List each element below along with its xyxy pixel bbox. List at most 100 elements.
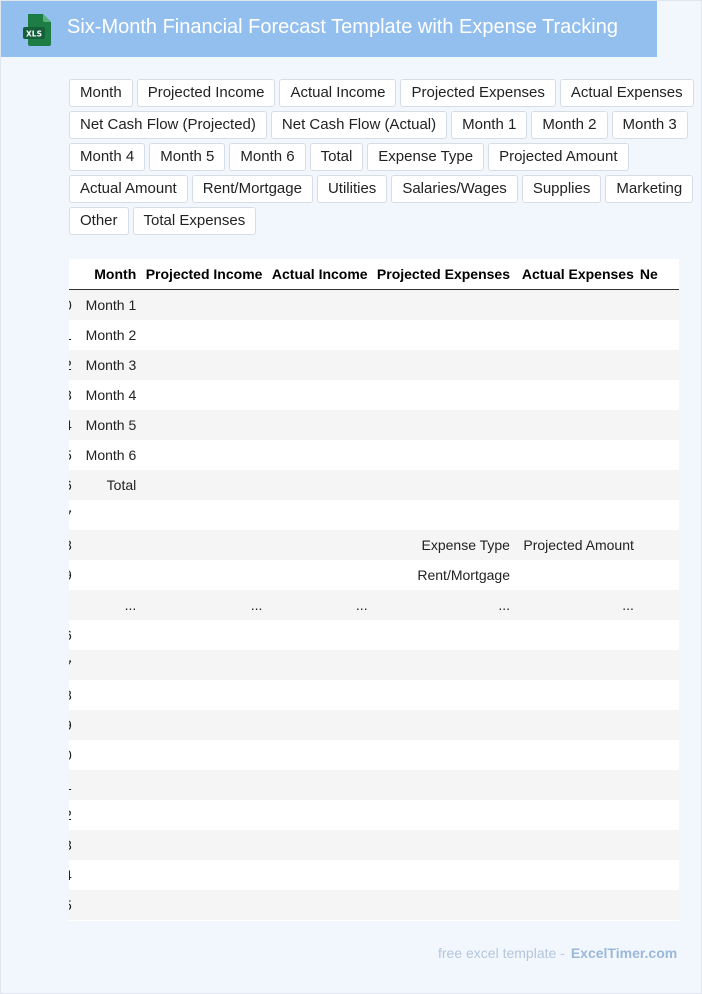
column-tag[interactable]: Actual Income: [279, 79, 397, 107]
table-row: 0 Month 1: [69, 289, 679, 320]
column-tag[interactable]: Month 5: [149, 143, 226, 171]
column-tag[interactable]: Month 6: [229, 143, 306, 171]
table-cell: [142, 890, 269, 920]
column-tag[interactable]: Actual Expenses: [559, 79, 694, 107]
table-cell: Month 6: [77, 440, 143, 470]
row-index-label: 2: [69, 357, 72, 373]
table-cell: [639, 680, 679, 710]
column-tag[interactable]: Projected Amount: [488, 143, 629, 171]
table-cell: [515, 500, 640, 530]
table-cell: [142, 320, 269, 350]
row-index: 6: [69, 470, 78, 500]
table-cell: ...: [268, 590, 374, 620]
table-cell: [77, 530, 143, 560]
column-tag[interactable]: Month 4: [69, 143, 146, 171]
table-cell: Month 5: [77, 410, 143, 440]
table-cell: [515, 320, 640, 350]
column-tag[interactable]: Other: [69, 207, 129, 235]
table-cell: [268, 410, 374, 440]
table-row: 1 Month 2: [69, 320, 679, 350]
row-index: 7: [69, 650, 78, 680]
column-tag[interactable]: Net Cash Flow (Projected): [69, 111, 267, 139]
row-index-label: 3: [69, 837, 72, 853]
table-cell: [77, 710, 143, 740]
row-index-label: 2: [69, 807, 72, 823]
column-tag[interactable]: Supplies: [521, 175, 602, 203]
table-cell: Month 4: [77, 380, 143, 410]
table-cell: Month 1: [77, 289, 143, 320]
table-cell: [639, 650, 679, 680]
row-index: 1: [69, 770, 78, 800]
table-cell: [142, 650, 269, 680]
column-tag[interactable]: Rent/Mortgage: [191, 175, 313, 203]
table-cell: [268, 890, 374, 920]
table-cell: [639, 800, 679, 830]
table-cell: [77, 800, 143, 830]
title-bar: XLS Six-Month Financial Forecast Templat…: [1, 1, 657, 57]
table-cell: [142, 830, 269, 860]
column-tag[interactable]: Actual Amount: [69, 175, 188, 203]
row-index-label: 9: [69, 567, 72, 583]
column-tag-list: Month Projected Income Actual Income Projec…: [69, 79, 694, 235]
table-cell: [515, 710, 640, 740]
row-index-label: 4: [69, 417, 72, 433]
table-cell: [268, 380, 374, 410]
table-cell: [268, 289, 374, 320]
table-cell: [515, 410, 640, 440]
column-tag[interactable]: Net Cash Flow (Actual): [270, 111, 448, 139]
table-cell: [142, 620, 269, 650]
table-cell: [268, 560, 374, 590]
table-cell: [142, 530, 269, 560]
table-cell: ...: [142, 590, 269, 620]
spreadsheet-preview[interactable]: Month Projected Income Actual Income Projec…: [69, 259, 679, 921]
row-index: 2: [69, 800, 78, 830]
table-cell: [515, 350, 640, 380]
table-cell: [268, 740, 374, 770]
table-row: 8: [69, 680, 679, 710]
table-cell: [373, 800, 516, 830]
table-cell: [268, 350, 374, 380]
table-cell: [268, 830, 374, 860]
row-index-label: 0: [69, 747, 72, 763]
row-index: 1: [69, 320, 78, 350]
table-cell: [77, 620, 143, 650]
column-tag[interactable]: Month: [69, 79, 133, 107]
xls-file-icon: XLS: [23, 14, 51, 46]
table-cell: Expense Type: [373, 530, 516, 560]
table-cell: [639, 620, 679, 650]
table-cell: [639, 770, 679, 800]
row-index-label: 6: [69, 477, 72, 493]
table-cell: [77, 680, 143, 710]
table-cell: [77, 560, 143, 590]
column-tag[interactable]: Month 3: [611, 111, 688, 139]
table-cell: [639, 890, 679, 920]
column-header: Actual Expenses: [515, 259, 640, 290]
table-cell: Rent/Mortgage: [373, 560, 516, 590]
column-tag[interactable]: Utilities: [316, 175, 388, 203]
column-tag[interactable]: Total Expenses: [132, 207, 257, 235]
table-cell: [373, 410, 516, 440]
table-cell: [373, 380, 516, 410]
column-tag[interactable]: Projected Expenses: [400, 79, 556, 107]
footer-brand-link[interactable]: ExcelTimer.com: [571, 945, 677, 961]
column-tag[interactable]: Projected Income: [136, 79, 276, 107]
row-index-label: 6: [69, 627, 72, 643]
table-cell: [268, 320, 374, 350]
table-cell: [639, 410, 679, 440]
table-cell: ...: [515, 590, 640, 620]
column-tag[interactable]: Month 2: [531, 111, 608, 139]
table-cell: [639, 860, 679, 890]
table-cell: [373, 350, 516, 380]
table-row: 4 Month 5: [69, 410, 679, 440]
row-index-label: 8: [69, 687, 72, 703]
row-index: 6: [69, 620, 78, 650]
table-cell: [142, 500, 269, 530]
column-tag[interactable]: Salaries/Wages: [391, 175, 518, 203]
column-tag[interactable]: Month 1: [451, 111, 528, 139]
table-cell: [639, 740, 679, 770]
column-tag[interactable]: Total: [309, 143, 364, 171]
table-cell: [515, 650, 640, 680]
column-tag[interactable]: Expense Type: [367, 143, 485, 171]
table-cell: [268, 770, 374, 800]
column-tag[interactable]: Marketing: [605, 175, 694, 203]
